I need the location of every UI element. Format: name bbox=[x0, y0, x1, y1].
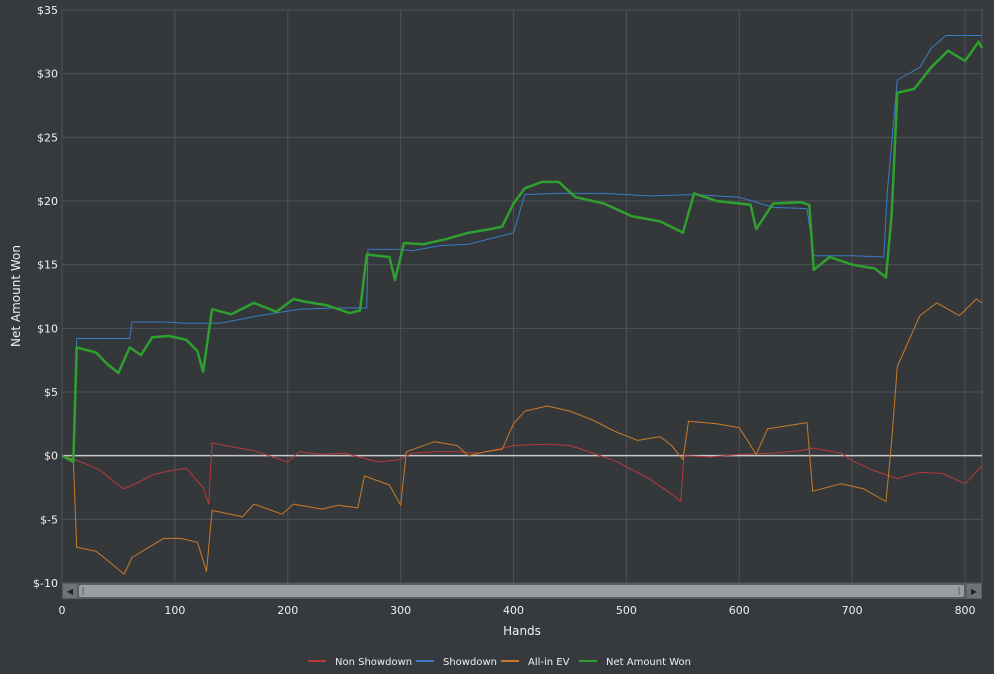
y-tick-label: $10 bbox=[37, 322, 58, 335]
x-tick-label: 400 bbox=[503, 604, 524, 617]
x-tick-label: 700 bbox=[842, 604, 863, 617]
x-tick-label: 200 bbox=[277, 604, 298, 617]
scrollbar-thumb-grip-right bbox=[958, 587, 960, 595]
scrollbar-thumb[interactable] bbox=[79, 585, 964, 597]
scrollbar-thumb-grip-left bbox=[82, 587, 84, 595]
plot-area bbox=[61, 9, 983, 584]
y-tick-label: $0 bbox=[44, 450, 58, 463]
x-tick-label: 800 bbox=[955, 604, 976, 617]
y-axis-title: Net Amount Won bbox=[9, 245, 23, 347]
y-tick-label: $35 bbox=[37, 4, 58, 17]
x-tick-label: 600 bbox=[729, 604, 750, 617]
x-axis-title: Hands bbox=[503, 624, 541, 638]
x-tick-label: 500 bbox=[616, 604, 637, 617]
legend-label: All-in EV bbox=[528, 657, 570, 668]
y-tick-label: $30 bbox=[37, 68, 58, 81]
legend-label: Net Amount Won bbox=[606, 657, 691, 668]
y-tick-label: $20 bbox=[37, 195, 58, 208]
x-tick-label: 0 bbox=[59, 604, 66, 617]
x-tick-label: 300 bbox=[390, 604, 411, 617]
scrollbar-right-arrow-icon: ▶ bbox=[971, 587, 978, 596]
x-tick-label: 100 bbox=[164, 604, 185, 617]
y-tick-label: $-10 bbox=[33, 577, 58, 590]
y-tick-label: $-5 bbox=[40, 513, 58, 526]
legend-label: Showdown bbox=[443, 657, 497, 668]
y-tick-label: $15 bbox=[37, 259, 58, 272]
horizontal-scrollbar[interactable]: ◀ ▶ bbox=[62, 583, 982, 599]
y-tick-label: $5 bbox=[44, 386, 58, 399]
scrollbar-left-arrow-icon: ◀ bbox=[67, 587, 74, 596]
legend-label: Non Showdown bbox=[335, 657, 412, 668]
chart: $-10 $-5 $0 $5 $10 $15 $20 $25 $30 $35 0 100 200 300… bbox=[0, 0, 994, 674]
y-tick-label: $25 bbox=[37, 131, 58, 144]
